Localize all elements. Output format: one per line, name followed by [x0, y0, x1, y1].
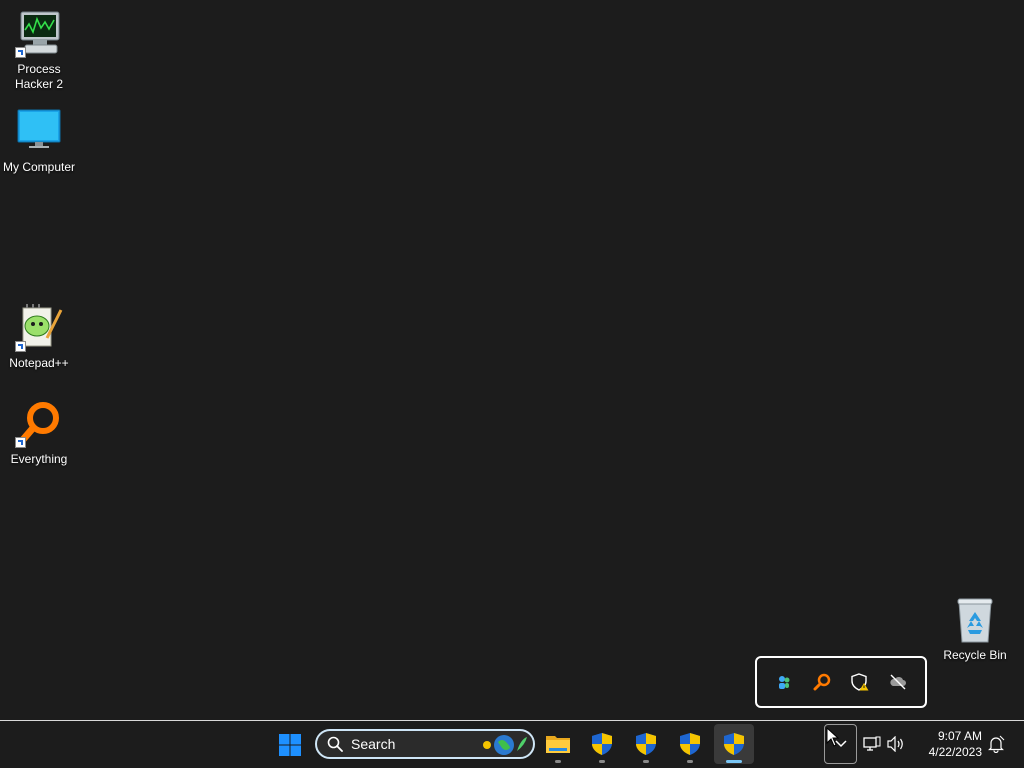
- mouse-cursor-icon: [826, 727, 840, 747]
- onedrive-offline-icon[interactable]: [888, 672, 908, 692]
- desktop-icon-notepad-plus-plus[interactable]: Notepad++: [0, 304, 78, 371]
- running-indicator: [555, 760, 561, 763]
- everything-tray-icon[interactable]: [812, 672, 832, 692]
- desktop-icon-recycle-bin[interactable]: Recycle Bin: [936, 596, 1014, 663]
- tray-overflow-flyout: [755, 656, 927, 708]
- taskbar-app-uac-shield-2[interactable]: [626, 724, 666, 764]
- windows-logo-icon: [279, 734, 301, 756]
- shortcut-arrow-icon: [15, 341, 26, 352]
- desktop-icon-label: Process Hacker 2: [14, 62, 64, 91]
- desktop-icon-my-computer[interactable]: My Computer: [0, 108, 78, 175]
- running-indicator: [643, 760, 649, 763]
- desktop-icon-label: Recycle Bin: [943, 648, 1007, 662]
- uac-shield-icon: [724, 733, 744, 755]
- security-warning-icon[interactable]: [850, 672, 870, 692]
- people-sync-icon[interactable]: [774, 672, 794, 692]
- everything-search-icon: [15, 400, 63, 448]
- notepad-plus-plus-icon: [15, 304, 63, 352]
- uac-shield-icon: [636, 733, 656, 755]
- desktop-icon-process-hacker[interactable]: Process Hacker 2: [0, 10, 78, 92]
- desktop-icon-label: Everything: [10, 452, 68, 466]
- clock-time: 9:07 AM: [937, 729, 982, 743]
- taskbar-app-uac-shield-1[interactable]: [582, 724, 622, 764]
- running-indicator: [599, 760, 605, 763]
- running-indicator: [726, 760, 742, 763]
- shortcut-arrow-icon: [15, 47, 26, 58]
- clock-date: 4/22/2023: [928, 745, 982, 759]
- uac-shield-icon: [680, 733, 700, 755]
- clock[interactable]: 9:07 AM 4/22/2023: [916, 728, 982, 762]
- taskbar-app-uac-shield-3[interactable]: [670, 724, 710, 764]
- desktop[interactable]: Process Hacker 2 My Computer Notepad++ E…: [0, 0, 1024, 720]
- search-label: Search: [351, 736, 396, 752]
- taskbar-app-file-explorer[interactable]: [538, 724, 578, 764]
- shortcut-arrow-icon: [15, 437, 26, 448]
- folder-icon: [546, 736, 570, 753]
- uac-shield-icon: [592, 733, 612, 755]
- search-icon: [327, 736, 343, 752]
- desktop-icon-everything[interactable]: Everything: [0, 400, 78, 467]
- running-indicator: [687, 760, 693, 763]
- start-button[interactable]: [270, 725, 310, 765]
- taskbar-app-uac-shield-4[interactable]: [714, 724, 754, 764]
- taskbar-search-box[interactable]: Search: [315, 729, 535, 759]
- desktop-icon-label: Notepad++: [9, 356, 69, 370]
- notification-bell-icon[interactable]: [986, 734, 1006, 754]
- monitor-icon: [15, 108, 63, 156]
- network-icon[interactable]: [862, 734, 882, 754]
- earth-day-globe-icon: [483, 735, 527, 755]
- recycle-bin-icon: [951, 596, 999, 644]
- desktop-icon-label: My Computer: [2, 160, 76, 174]
- volume-icon[interactable]: [886, 734, 906, 754]
- process-hacker-icon: [15, 10, 63, 58]
